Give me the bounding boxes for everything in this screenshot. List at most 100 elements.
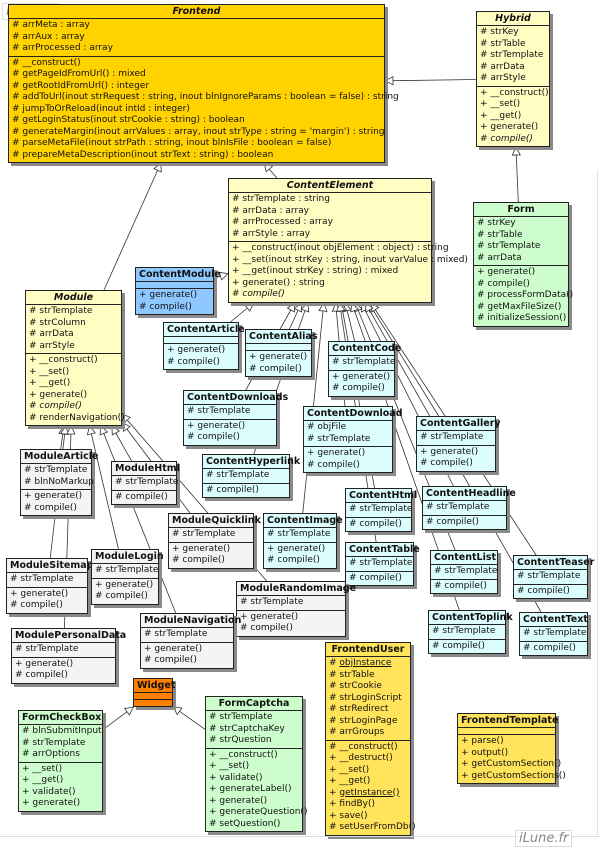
- method-row: + generate(): [139, 290, 198, 300]
- class-content-gallery[interactable]: ContentGallery # strTemplate + generate() #…: [416, 416, 501, 472]
- class-widget[interactable]: Widget: [133, 678, 175, 707]
- class-name: ContentArticle: [164, 323, 245, 337]
- methods-section: + generate() # compile(): [21, 490, 91, 515]
- class-name: FormCaptcha: [206, 697, 302, 711]
- method-row: # compile(): [15, 670, 68, 680]
- class-name: ContentHyperlink: [203, 455, 300, 469]
- class-content-table[interactable]: ContentTable # strTemplate # compile(): [345, 542, 420, 586]
- class-module-quicklink[interactable]: ModuleQuicklink # strTemplate + generate()…: [168, 513, 261, 569]
- attribute-row: # arrAux : array: [12, 31, 85, 42]
- class-content-toplink[interactable]: ContentToplink # strTemplate # compile(): [428, 610, 513, 654]
- attribute-row: # objInstance: [329, 658, 392, 668]
- class-content-code[interactable]: ContentCode # strTemplate + generate() # co…: [328, 341, 401, 397]
- attribute-row: # strTemplate: [523, 628, 587, 638]
- method-row: + __construct(): [29, 355, 98, 365]
- generalization-arrow-icon: [286, 302, 296, 313]
- attribute-row: # strTemplate: [240, 597, 304, 607]
- class-content-module[interactable]: ContentModule + generate() # compile(): [135, 267, 221, 315]
- method-row: + generate(): [477, 267, 536, 277]
- class-name: ContentDownload: [304, 407, 403, 421]
- class-content-alias[interactable]: ContentAlias + generate() # compile(): [245, 329, 317, 377]
- method-row: + __get(inout strKey : string) : mixed: [232, 266, 399, 276]
- attributes-section: # strTemplate: [346, 503, 412, 518]
- method-row: # compile(): [115, 491, 168, 502]
- methods-section: # compile(): [346, 518, 411, 532]
- attributes-section: # strTemplate: [7, 573, 87, 588]
- attribute-row: # arrProcessed : array: [232, 217, 333, 227]
- method-row: # compile(): [307, 459, 360, 470]
- class-module-random-image[interactable]: ModuleRandomImage # strTemplate + generate…: [236, 581, 356, 637]
- methods-section: + generate() # compile(): [169, 543, 253, 568]
- attributes-section: # strTemplate: [203, 469, 289, 484]
- class-frontend-user[interactable]: FrontendUser # objInstance # strTable # str…: [325, 642, 416, 836]
- class-module-sitemap[interactable]: ModuleSitemap # strTemplate + generate() # …: [6, 558, 93, 614]
- class-content-headline[interactable]: ContentHeadline # strTemplate # compile(): [422, 486, 516, 530]
- generalization-arrow-icon: [244, 302, 255, 312]
- class-hybrid[interactable]: Hybrid # strKey # strTable # strTemplate # a…: [476, 11, 550, 147]
- attributes-section: # strTemplate: [237, 596, 345, 611]
- class-content-list[interactable]: ContentList # strTemplate # compile(): [430, 550, 498, 594]
- method-row: + generate(): [29, 389, 88, 400]
- method-row: + generate(): [267, 543, 326, 554]
- class-module-login[interactable]: ModuleLogin # strTemplate + generate() # co…: [91, 549, 164, 605]
- attributes-section: # strTemplate # blnNoMarkup: [21, 464, 94, 490]
- methods-section: + generate() # compile(): [417, 446, 495, 471]
- class-form-checkbox[interactable]: FormCheckBox # blnSubmitInput # strTemplat…: [18, 710, 103, 812]
- methods-section: + generate() # compile(): [184, 420, 276, 445]
- class-name: ContentAlias: [246, 330, 317, 344]
- class-module[interactable]: Module # strTemplate # strColumn # arrData #…: [25, 290, 125, 426]
- methods-section: + generate() # compile(): [329, 371, 394, 396]
- attributes-section: # strTemplate : string # arrData : array #…: [229, 193, 431, 242]
- method-row: + __get(): [480, 110, 522, 121]
- method-row: # compile(): [523, 642, 576, 653]
- attributes-section: [458, 728, 555, 735]
- class-content-image[interactable]: ContentImage # strTemplate + generate() # c…: [263, 513, 343, 569]
- methods-section: [134, 700, 172, 706]
- generalization-arrow-icon: [99, 425, 109, 436]
- class-frontend-template[interactable]: FrontendTemplate + parse() + output() + get…: [457, 713, 566, 784]
- class-module-article[interactable]: ModuleArticle # strTemplate # blnNoMarkup +…: [20, 449, 98, 516]
- class-module-navigation[interactable]: ModuleNavigation # strTemplate + generate(…: [140, 613, 241, 669]
- class-content-html[interactable]: ContentHtml # strTemplate # compile(): [345, 488, 417, 532]
- attributes-section: # strTemplate: [112, 476, 178, 491]
- class-form-captcha[interactable]: FormCaptcha # strTemplate # strCaptchaKey #…: [205, 696, 307, 832]
- attributes-section: # strTemplate: [520, 627, 587, 642]
- class-module-personal-data[interactable]: ModulePersonalData # strTemplate + generat…: [11, 628, 126, 684]
- class-content-element[interactable]: ContentElement # strTemplate : string # ar…: [228, 178, 468, 303]
- class-content-downloads[interactable]: ContentDownloads # strTemplate + generate(…: [183, 390, 288, 446]
- method-row: + generate(): [144, 643, 203, 654]
- method-row: # setUserFromDb(): [329, 822, 416, 832]
- method-row: + __get(): [29, 378, 71, 388]
- class-name: ContentGallery: [417, 417, 501, 431]
- method-row: + getInstance(): [329, 787, 400, 798]
- attribute-row: # strTemplate: [477, 241, 541, 251]
- method-row: # renderNavigation(): [29, 412, 125, 423]
- class-content-hyperlink[interactable]: ContentHyperlink # strTemplate # compile(): [202, 454, 300, 498]
- method-row: # parseMetaFile(inout strPath : string, …: [12, 138, 332, 148]
- methods-section: + __construct() + __set() + validate() + ge…: [206, 749, 307, 832]
- attribute-row: # strLoginPage: [329, 715, 398, 726]
- attribute-row: # strTemplate: [29, 306, 93, 316]
- class-name: FrontendTemplate: [458, 714, 558, 728]
- generalization-arrow-icon: [384, 76, 394, 86]
- attribute-row: # strTemplate: [480, 50, 544, 60]
- method-row: + generate(): [167, 345, 226, 355]
- method-row: + generate(): [172, 543, 231, 554]
- class-module-html[interactable]: ModuleHtml # strTemplate # compile(): [111, 461, 180, 505]
- attributes-section: # strTemplate: [429, 625, 505, 640]
- generalization-arrow-icon: [153, 162, 162, 173]
- attributes-section: # arrMeta : array # arrAux : array # arrPr…: [9, 19, 384, 57]
- method-row: # compile(): [172, 555, 225, 565]
- class-frontend[interactable]: Frontend # arrMeta : array # arrAux : arra…: [8, 4, 399, 163]
- methods-section: + parse() + output() + getCustomSection() +…: [458, 735, 566, 783]
- class-content-article[interactable]: ContentArticle + generate() # compile(): [163, 322, 245, 370]
- method-row: # compile(): [432, 640, 485, 651]
- method-row: # compile(): [10, 600, 63, 610]
- methods-section: + __construct() + __set() + __get() + gener…: [26, 354, 125, 425]
- class-content-text[interactable]: ContentText # strTemplate # compile(): [519, 612, 588, 656]
- class-form[interactable]: Form # strKey # strTable # strTemplate # arr…: [473, 202, 573, 327]
- class-content-teaser[interactable]: ContentTeaser # strTemplate # compile(): [513, 555, 594, 599]
- methods-section: + generate() # compile(): [12, 658, 115, 683]
- attribute-row: # strQuestion: [209, 735, 272, 745]
- class-content-download[interactable]: ContentDownload # objFile # strTemplate + g…: [303, 406, 403, 473]
